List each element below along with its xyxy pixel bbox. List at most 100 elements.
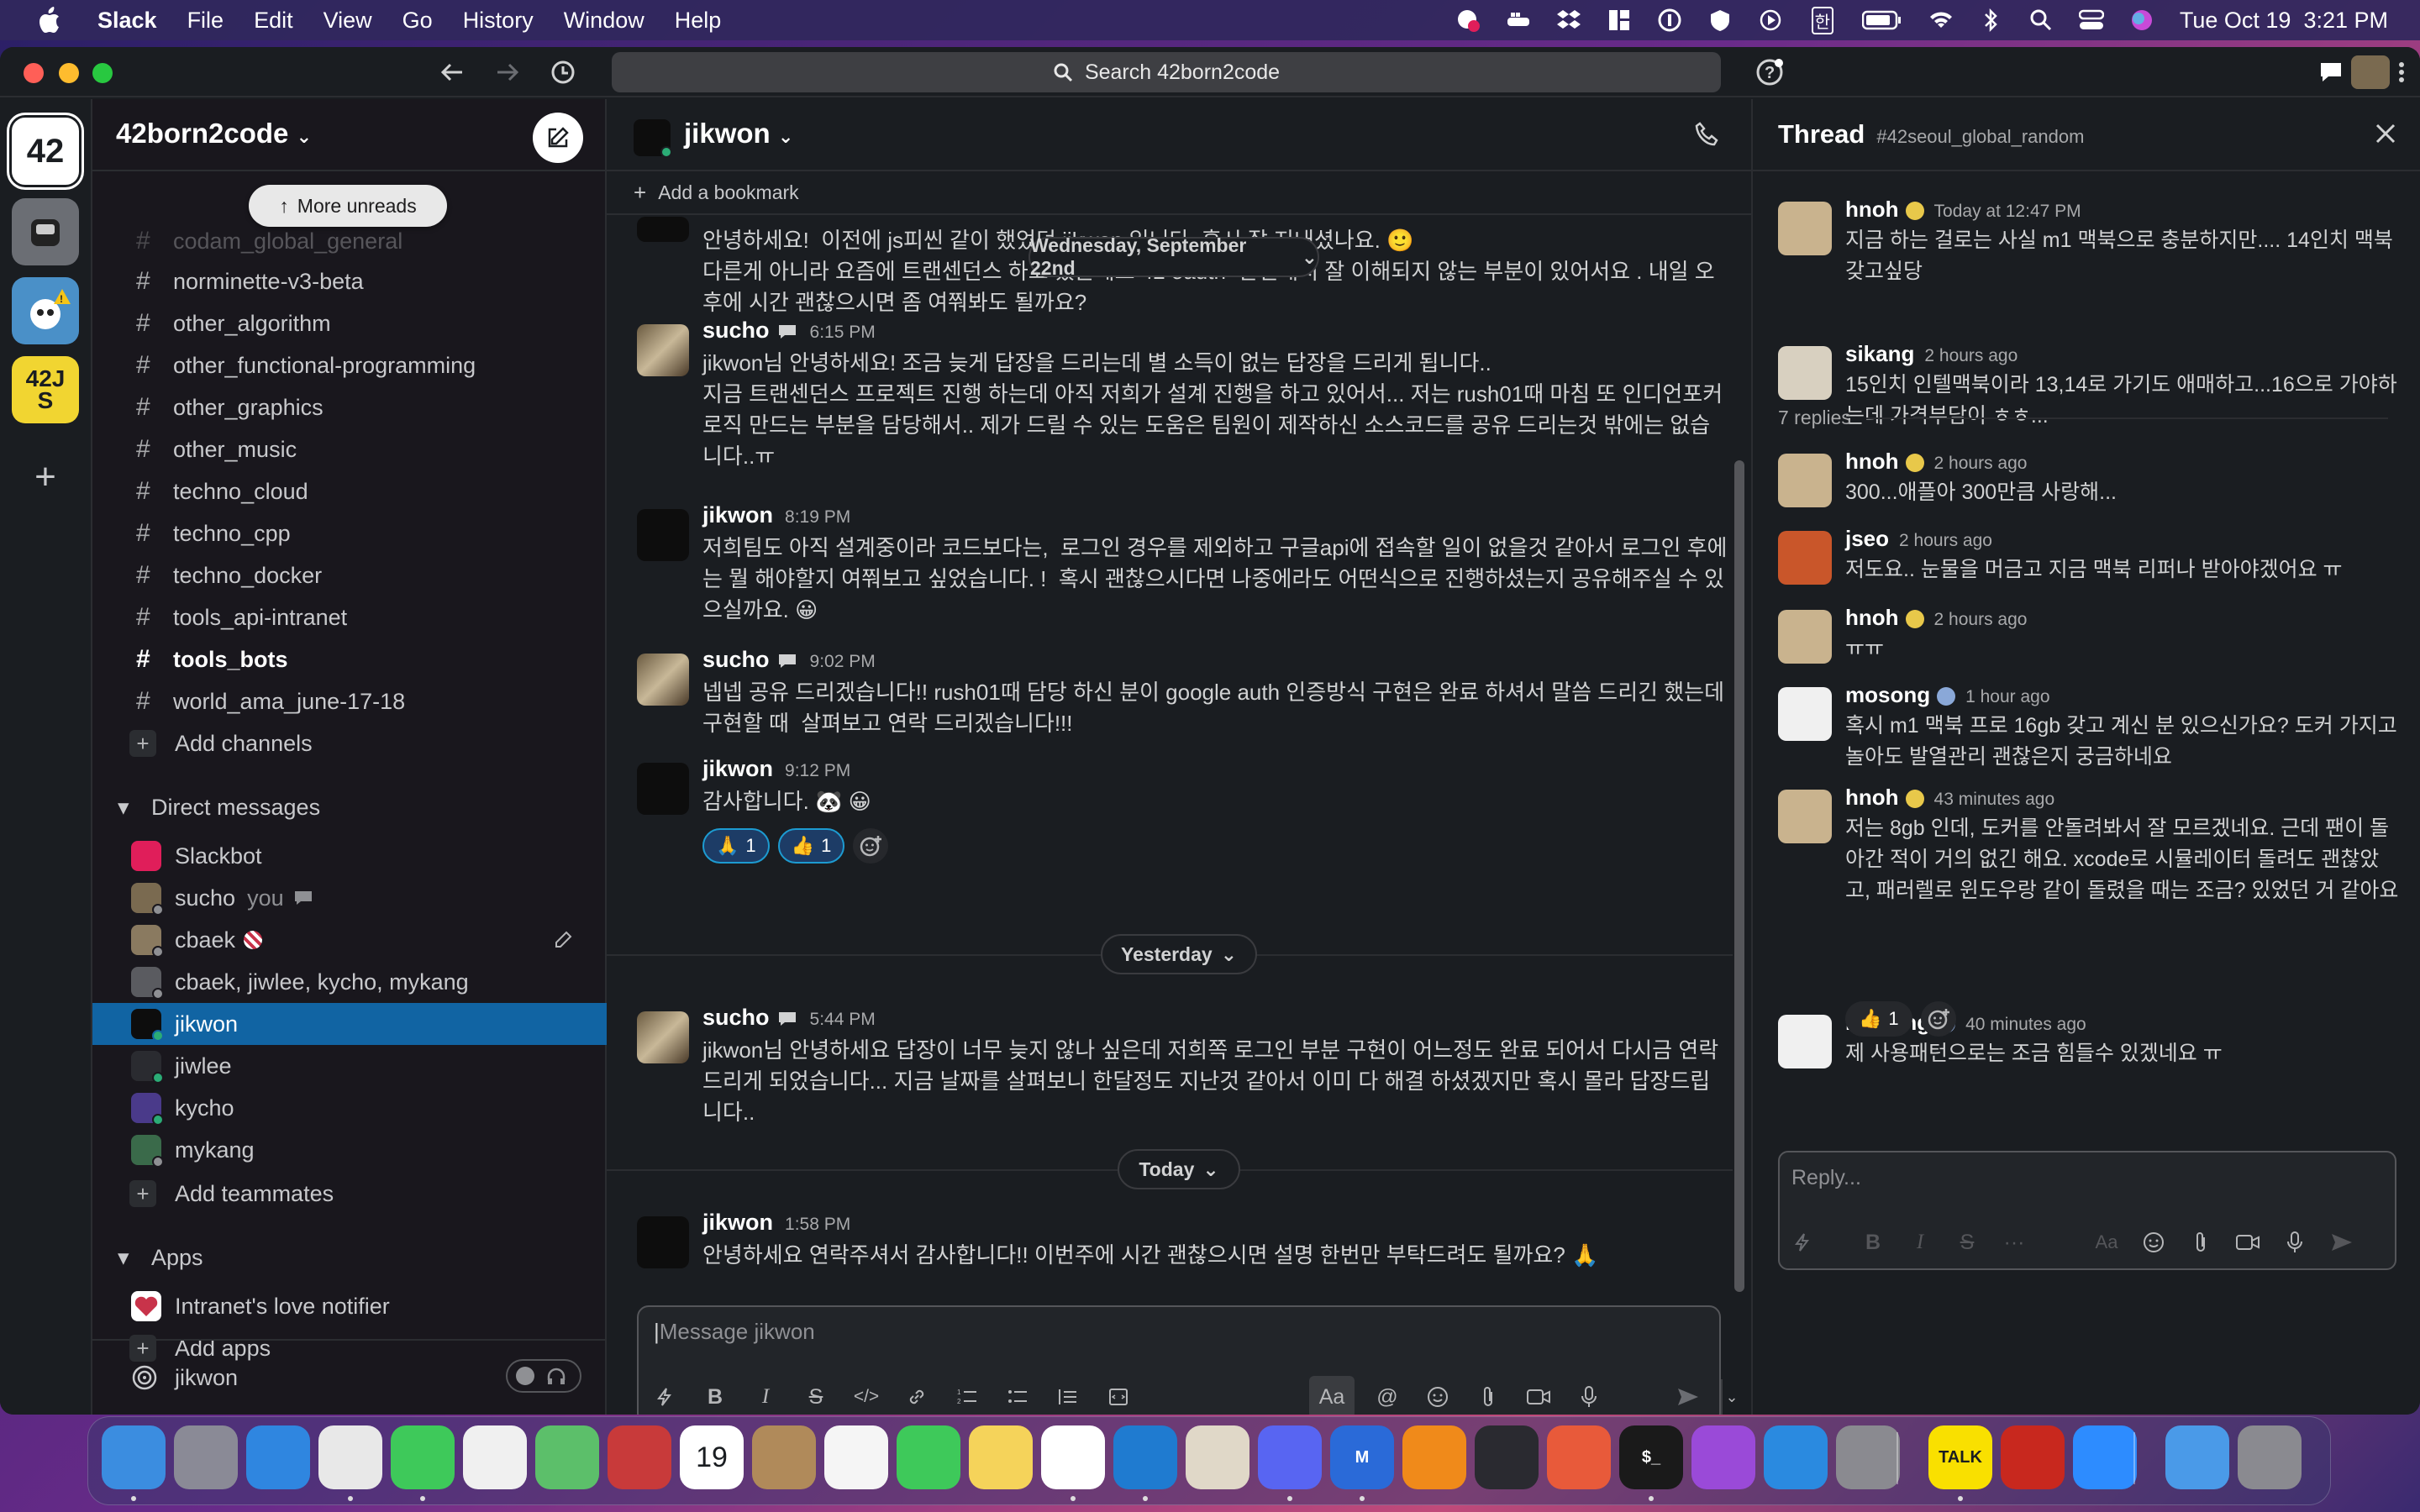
- dock-calendar-icon[interactable]: 19: [680, 1425, 744, 1489]
- message-author[interactable]: sucho 6:15 PM: [702, 318, 876, 344]
- thread-author[interactable]: hnoh Today at 12:47 PM: [1845, 197, 2081, 223]
- sidebar-channel-other_algorithm[interactable]: # other_algorithm: [92, 302, 607, 344]
- huddle-headset-icon[interactable]: [131, 1364, 158, 1391]
- dock-reminders-icon[interactable]: [824, 1425, 888, 1489]
- huddle-toggle[interactable]: [506, 1359, 581, 1393]
- workspace-3[interactable]: !: [12, 277, 79, 344]
- dock-zoom-icon[interactable]: [2073, 1425, 2137, 1489]
- forward-arrow-icon[interactable]: [491, 55, 524, 89]
- dock-chrome-icon[interactable]: [318, 1425, 382, 1489]
- dock-maps-icon[interactable]: [535, 1425, 599, 1489]
- code-block-icon[interactable]: [1101, 1379, 1136, 1415]
- thread-avatar[interactable]: [1778, 610, 1832, 664]
- thread-author[interactable]: mosong 1 hour ago: [1845, 682, 2050, 708]
- dock-terminal-icon[interactable]: $_: [1619, 1425, 1683, 1489]
- thread-avatar[interactable]: [1778, 790, 1832, 843]
- mention-icon[interactable]: @: [1370, 1379, 1405, 1415]
- sidebar-channel-norminette-v3-beta[interactable]: # norminette-v3-beta: [92, 260, 607, 302]
- add-teammates-button[interactable]: + Add teammates: [92, 1173, 607, 1215]
- add-channels-button[interactable]: + Add channels: [92, 722, 607, 764]
- back-arrow-icon[interactable]: [435, 55, 469, 89]
- strikethrough-icon[interactable]: S: [1949, 1225, 1985, 1260]
- dock-trash-icon[interactable]: [2238, 1425, 2302, 1489]
- history-icon[interactable]: [546, 55, 580, 89]
- thread-avatar[interactable]: [1778, 687, 1832, 741]
- workspace-42[interactable]: 42: [12, 118, 79, 185]
- menu-app-name[interactable]: Slack: [82, 8, 172, 34]
- dock-kakaotalk-icon[interactable]: TALK: [1928, 1425, 1992, 1489]
- send-icon[interactable]: [2324, 1225, 2360, 1260]
- dock-contacts-icon[interactable]: [752, 1425, 816, 1489]
- sidebar-channel-techno_docker[interactable]: # techno_docker: [92, 554, 607, 596]
- apps-section-header[interactable]: ▾ Apps: [92, 1236, 607, 1278]
- dm-sucho[interactable]: sucho you: [92, 877, 607, 919]
- grid-app-icon[interactable]: [1607, 8, 1632, 33]
- thread-avatar[interactable]: [1778, 531, 1832, 585]
- menu-go[interactable]: Go: [387, 8, 448, 34]
- message-author[interactable]: sucho 9:02 PM: [702, 647, 876, 673]
- message-scrollbar[interactable]: [1734, 460, 1744, 1292]
- menu-edit[interactable]: Edit: [239, 8, 308, 34]
- onepassword-icon[interactable]: [1657, 8, 1682, 33]
- dm-jiwlee[interactable]: jiwlee: [92, 1045, 607, 1087]
- menu-view[interactable]: View: [308, 8, 387, 34]
- bold-icon[interactable]: B: [1855, 1225, 1891, 1260]
- more-formatting-icon[interactable]: ···: [1996, 1225, 2032, 1260]
- dock-notion-icon[interactable]: M: [1330, 1425, 1394, 1489]
- date-divider-yesterday[interactable]: Yesterday ⌄: [1101, 934, 1257, 974]
- window-more-icon[interactable]: [2385, 55, 2418, 89]
- formatting-toggle-icon[interactable]: Aa: [2089, 1225, 2124, 1260]
- dock-safari-icon[interactable]: [246, 1425, 310, 1489]
- thread-avatar[interactable]: [1778, 202, 1832, 255]
- dm-section-header[interactable]: ▾ Direct messages: [92, 786, 607, 828]
- more-unreads-button[interactable]: ↑ More unreads: [249, 185, 447, 227]
- menu-help[interactable]: Help: [660, 8, 737, 34]
- dock-launchpad-icon[interactable]: [174, 1425, 238, 1489]
- microphone-icon[interactable]: [1571, 1379, 1607, 1415]
- shortcuts-icon[interactable]: [1785, 1225, 1820, 1260]
- dock-notes-icon[interactable]: [969, 1425, 1033, 1489]
- workspace-42js[interactable]: 42JS: [12, 356, 79, 423]
- strikethrough-icon[interactable]: S: [798, 1379, 834, 1415]
- italic-icon[interactable]: I: [748, 1379, 783, 1415]
- siri-icon[interactable]: [2129, 8, 2154, 33]
- edit-pencil-icon[interactable]: [553, 930, 573, 950]
- attach-icon[interactable]: [2183, 1225, 2218, 1260]
- dock-slack-icon[interactable]: [1041, 1425, 1105, 1489]
- code-icon[interactable]: </>: [849, 1379, 884, 1415]
- sidebar-channel-codam_global_general[interactable]: # codam_global_general: [92, 228, 607, 254]
- input-method-icon[interactable]: 한: [1808, 6, 1837, 34]
- message-author[interactable]: jikwon 1:58 PM: [702, 1210, 850, 1236]
- reaction-thumbsup[interactable]: 👍 1: [1845, 1001, 1912, 1037]
- search-bar[interactable]: Search 42born2code: [612, 52, 1721, 92]
- dock-ghidra-icon[interactable]: [1186, 1425, 1249, 1489]
- dock-app-store-icon[interactable]: [1764, 1425, 1828, 1489]
- thread-avatar[interactable]: [1778, 454, 1832, 507]
- dock-system-preferences-icon[interactable]: [1836, 1425, 1900, 1489]
- italic-icon[interactable]: I: [1902, 1225, 1938, 1260]
- date-divider-sep22[interactable]: Wednesday, September 22nd ⌄: [1028, 234, 1319, 279]
- video-icon[interactable]: [2230, 1225, 2265, 1260]
- slack-status-icon[interactable]: [1455, 8, 1481, 33]
- huddle-icon[interactable]: [2314, 55, 2348, 89]
- attach-icon[interactable]: [1470, 1379, 1506, 1415]
- call-icon[interactable]: [1694, 121, 1721, 148]
- dock-network-icon[interactable]: [1475, 1425, 1539, 1489]
- send-icon[interactable]: [1670, 1379, 1706, 1415]
- emoji-icon[interactable]: [2136, 1225, 2171, 1260]
- dock-downloads-icon[interactable]: [2165, 1425, 2229, 1489]
- dock-facetime-icon[interactable]: [897, 1425, 960, 1489]
- message-avatar[interactable]: [637, 324, 689, 376]
- message-author[interactable]: sucho 5:44 PM: [702, 1005, 876, 1031]
- thread-author[interactable]: sikang 2 hours ago: [1845, 341, 2018, 367]
- dock-photos-icon[interactable]: [463, 1425, 527, 1489]
- date-divider-today[interactable]: Today ⌄: [1118, 1149, 1240, 1189]
- dm-cbaek[interactable]: cbaek: [92, 919, 607, 961]
- menu-clock[interactable]: Tue Oct 19 3:21 PM: [2180, 8, 2388, 34]
- shortcuts-icon[interactable]: [647, 1379, 682, 1415]
- help-icon[interactable]: ?: [1753, 55, 1786, 89]
- reaction-pray[interactable]: 🙏 1: [702, 828, 770, 864]
- message-composer[interactable]: |Message jikwon B I S </> 12 Aa @ ⌄: [637, 1305, 1739, 1415]
- emoji-icon[interactable]: [1420, 1379, 1455, 1415]
- thread-author[interactable]: hnoh 2 hours ago: [1845, 605, 2027, 631]
